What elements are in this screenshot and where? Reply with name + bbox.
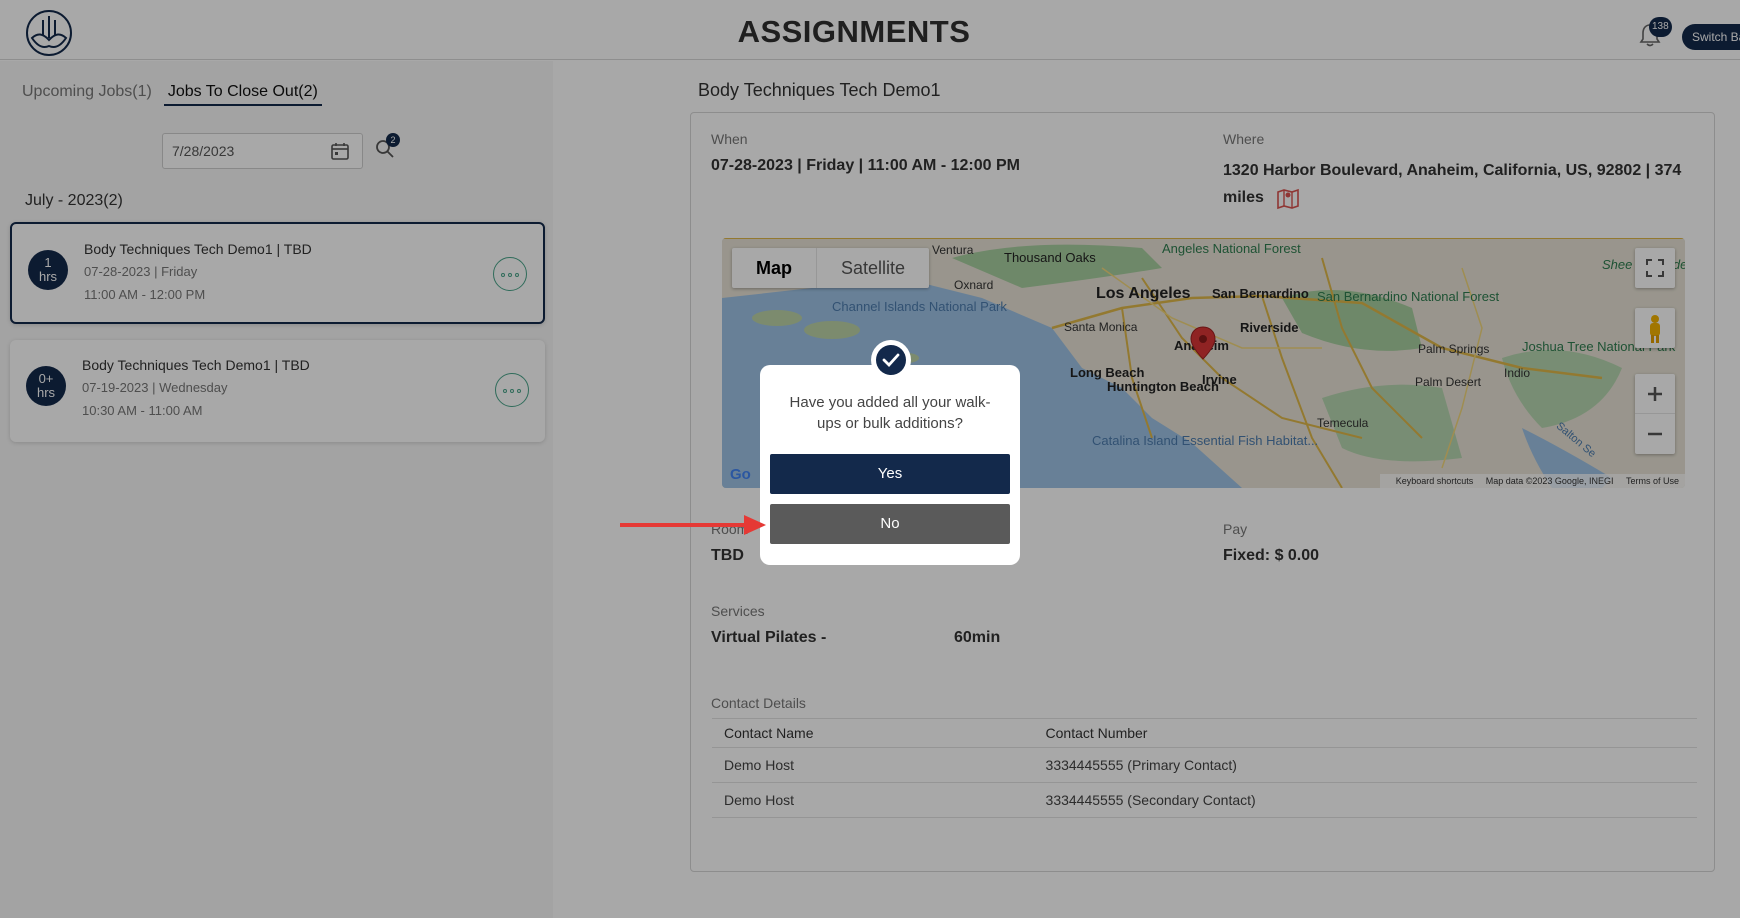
annotation-arrow-icon [620,515,766,535]
dialog-question: Have you added all your walk-ups or bulk… [789,394,991,432]
yes-button[interactable]: Yes [770,454,1010,494]
confirm-dialog: Have you added all your walk-ups or bulk… [760,365,1020,565]
no-button[interactable]: No [770,504,1010,544]
checkmark-icon [871,340,911,380]
